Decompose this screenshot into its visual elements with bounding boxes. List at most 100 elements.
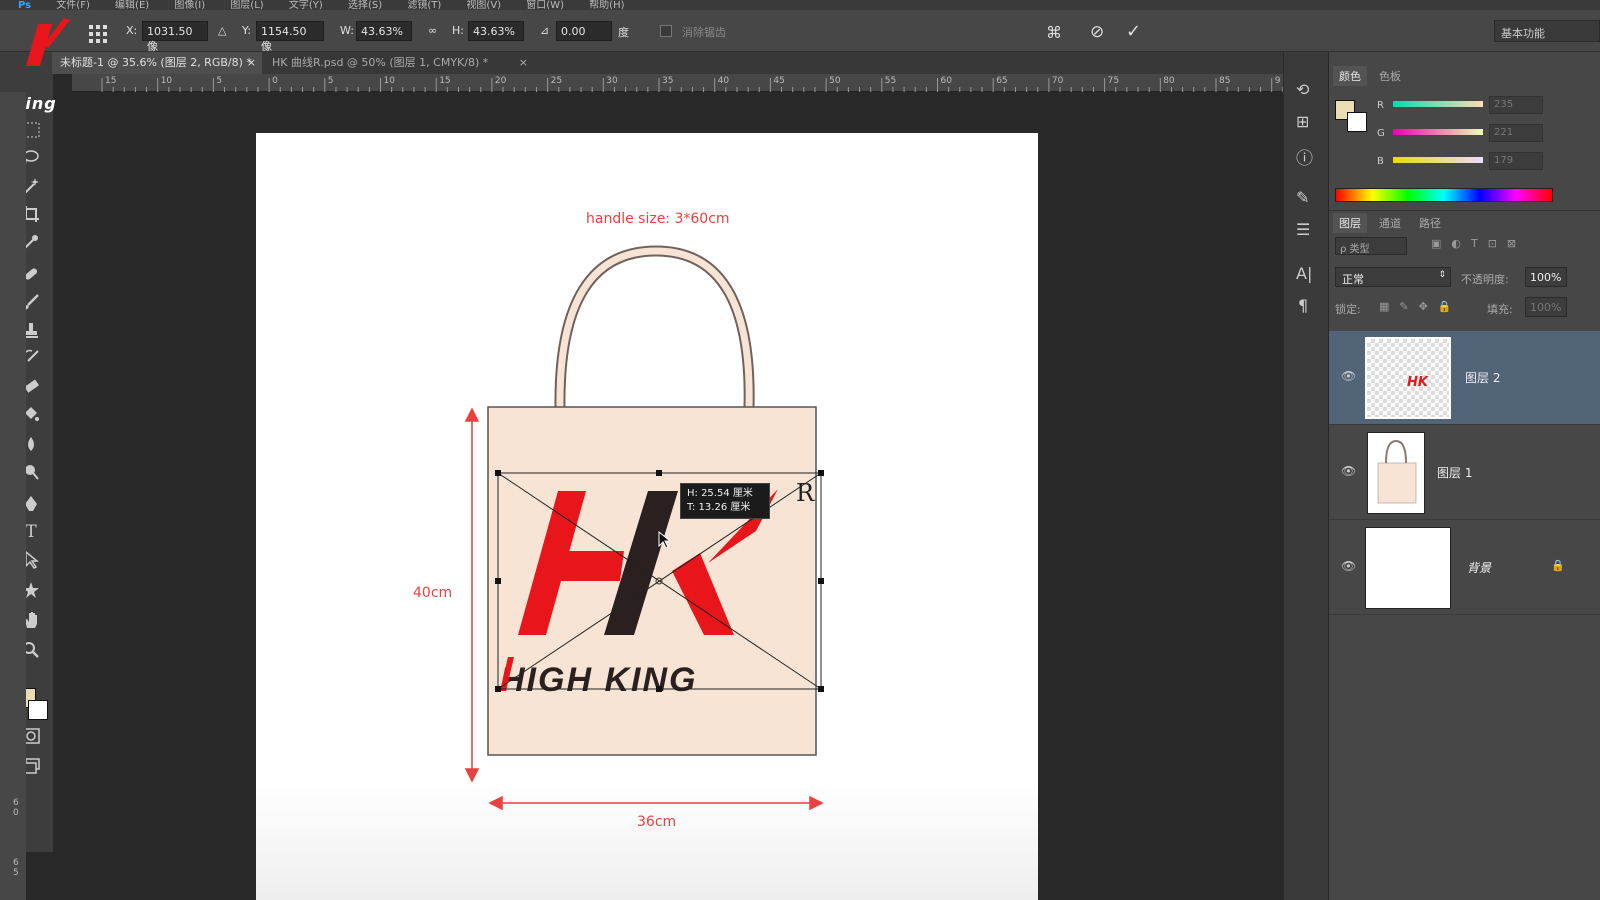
blend-mode-select[interactable]: 正常 ⇕	[1335, 267, 1451, 287]
blue-label: B	[1377, 156, 1384, 167]
tab-document-2[interactable]: HK 曲线R.psd @ 50% (图层 1, CMYK/8) * ×	[264, 52, 534, 74]
background-color-swatch[interactable]	[28, 700, 48, 720]
warp-mode-icon[interactable]: ⌘	[1046, 23, 1062, 42]
menu-select[interactable]: 选择(S)	[348, 1, 382, 11]
angle-field[interactable]: 0.00	[556, 21, 612, 41]
ruler-tick: 65	[996, 76, 1008, 86]
lock-icon: 🔒	[1551, 559, 1565, 572]
tab-layers[interactable]: 图层	[1333, 213, 1367, 233]
menu-bar: Ps 文件(F) 编辑(E) 图像(I) 图层(L) 文字(Y) 选择(S) 滤…	[0, 0, 1600, 10]
x-label: X:	[126, 24, 138, 37]
blue-value[interactable]: 179	[1489, 152, 1543, 170]
layers-panel: 图层 通道 路径 ρ 类型 ▣◐T⊡⊠ 正常 ⇕ 不透明度: 100% 锁定: …	[1329, 210, 1600, 900]
angle-icon: ⊿	[540, 24, 550, 37]
layer-name[interactable]: 图层 1	[1437, 464, 1472, 481]
close-icon[interactable]: ×	[247, 52, 256, 74]
width-field[interactable]: 43.63%	[356, 21, 412, 41]
ruler-tick: 45	[773, 76, 785, 86]
ruler-tick: 30	[606, 76, 618, 86]
panel-bg-color-swatch[interactable]	[1347, 112, 1367, 132]
red-slider[interactable]	[1393, 101, 1483, 107]
layer-name[interactable]: 图层 2	[1465, 369, 1500, 386]
layer-thumbnail	[1367, 432, 1425, 514]
layer-row[interactable]: 👁 HK 图层 2	[1329, 331, 1600, 425]
interp-label: 消除锯齿	[682, 26, 726, 39]
ruler-tick: 40	[717, 76, 730, 86]
menu-layer[interactable]: 图层(L)	[230, 1, 263, 11]
tab-color[interactable]: 颜色	[1333, 66, 1367, 86]
ruler-tick: 55	[884, 76, 897, 86]
adjustments-panel-icon[interactable]: ☰	[1296, 220, 1310, 239]
ruler-tick: 6	[13, 798, 19, 808]
width-label: 36cm	[637, 814, 677, 830]
document-tab-bar: 未标题-1 @ 35.6% (图层 2, RGB/8) * × HK 曲线R.p…	[52, 52, 1300, 74]
brush-panel-icon[interactable]: ✎	[1296, 188, 1309, 207]
delta-icon[interactable]: △	[218, 24, 226, 37]
w-label: W:	[340, 24, 354, 37]
green-label: G	[1377, 128, 1385, 139]
tab-channels[interactable]: 通道	[1373, 213, 1407, 233]
tab-swatches[interactable]: 色板	[1373, 66, 1407, 86]
layer-row[interactable]: 👁 图层 1	[1329, 426, 1600, 520]
reference-point-icon[interactable]	[88, 24, 108, 44]
ruler-tick: 75	[1107, 76, 1120, 86]
ruler-tick: 15	[105, 76, 117, 86]
close-icon[interactable]: ×	[519, 52, 528, 74]
eye-icon[interactable]: 👁	[1341, 464, 1356, 478]
fill-field[interactable]: 100%	[1525, 297, 1567, 317]
properties-panel-icon[interactable]: ⊞	[1296, 112, 1309, 131]
ruler-tick: 25	[550, 76, 563, 86]
menu-help[interactable]: 帮助(H)	[589, 1, 624, 11]
tab-document-1[interactable]: 未标题-1 @ 35.6% (图层 2, RGB/8) * ×	[52, 52, 262, 74]
document-canvas[interactable]: HIGH KING R handle size: 3*60cm 40cm 36c…	[256, 133, 1038, 900]
height-label: 40cm	[413, 585, 453, 601]
commit-transform-icon[interactable]: ✓	[1126, 21, 1141, 42]
filter-icons[interactable]: ▣◐T⊡⊠	[1431, 237, 1526, 250]
lock-icons[interactable]: ▦✎✥🔒	[1379, 300, 1462, 313]
right-panels: 颜色 色板 R 235 G 221 B 179 图层 通道 路径 ρ 类型 ▣◐…	[1329, 52, 1600, 900]
history-panel-icon[interactable]: ⟲	[1296, 80, 1309, 99]
height-dimension-line	[464, 407, 480, 783]
character-panel-icon[interactable]: A|	[1296, 264, 1312, 283]
opacity-field[interactable]: 100%	[1525, 267, 1567, 287]
ruler-tick: 35	[662, 76, 674, 86]
eye-icon[interactable]: 👁	[1341, 559, 1356, 573]
height-field[interactable]: 43.63%	[468, 21, 524, 41]
ruler-tick: 50	[829, 76, 841, 86]
angle-unit: 度	[618, 26, 629, 39]
color-spectrum-bar[interactable]	[1335, 188, 1553, 202]
workspace-switcher[interactable]: 基本功能	[1494, 20, 1600, 42]
blue-slider[interactable]	[1393, 157, 1483, 163]
menu-type[interactable]: 文字(Y)	[289, 1, 323, 11]
interp-checkbox[interactable]	[660, 25, 672, 37]
ruler-tick: 80	[1163, 76, 1175, 86]
layer-filter-select[interactable]: ρ 类型	[1335, 237, 1407, 255]
menu-edit[interactable]: 编辑(E)	[115, 1, 149, 11]
eye-icon[interactable]: 👁	[1341, 369, 1356, 383]
chevron-updown-icon: ⇕	[1438, 270, 1446, 280]
ruler-tick: 60	[940, 76, 952, 86]
green-value[interactable]: 221	[1489, 124, 1543, 142]
layer-row[interactable]: 👁 背景 🔒	[1329, 521, 1600, 615]
menu-filter[interactable]: 滤镜(T)	[407, 1, 441, 11]
menu-image[interactable]: 图像(I)	[174, 1, 205, 11]
green-slider[interactable]	[1393, 129, 1483, 135]
menu-view[interactable]: 视图(V)	[466, 1, 501, 11]
app-logo: Ps	[18, 0, 32, 11]
ruler-tick: 15	[439, 76, 451, 86]
y-field[interactable]: 1154.50 像	[256, 21, 324, 53]
ruler-tick: 10	[383, 76, 395, 86]
tab-paths[interactable]: 路径	[1413, 213, 1447, 233]
handle-size-label: handle size: 3*60cm	[586, 211, 730, 227]
ruler-tick: 0	[272, 76, 278, 86]
menu-window[interactable]: 窗口(W)	[526, 1, 564, 11]
tooltip-line-2: T: 13.26 厘米	[687, 502, 751, 513]
layer-name[interactable]: 背景	[1467, 559, 1491, 576]
red-value[interactable]: 235	[1489, 96, 1543, 114]
cancel-transform-icon[interactable]: ⊘	[1090, 22, 1104, 42]
paragraph-panel-icon[interactable]: ¶	[1298, 296, 1308, 315]
menu-file[interactable]: 文件(F)	[56, 1, 90, 11]
x-field[interactable]: 1031.50 像	[142, 21, 208, 53]
info-panel-icon[interactable]: ⓘ	[1296, 144, 1313, 169]
link-icon[interactable]: ∞	[428, 24, 437, 37]
